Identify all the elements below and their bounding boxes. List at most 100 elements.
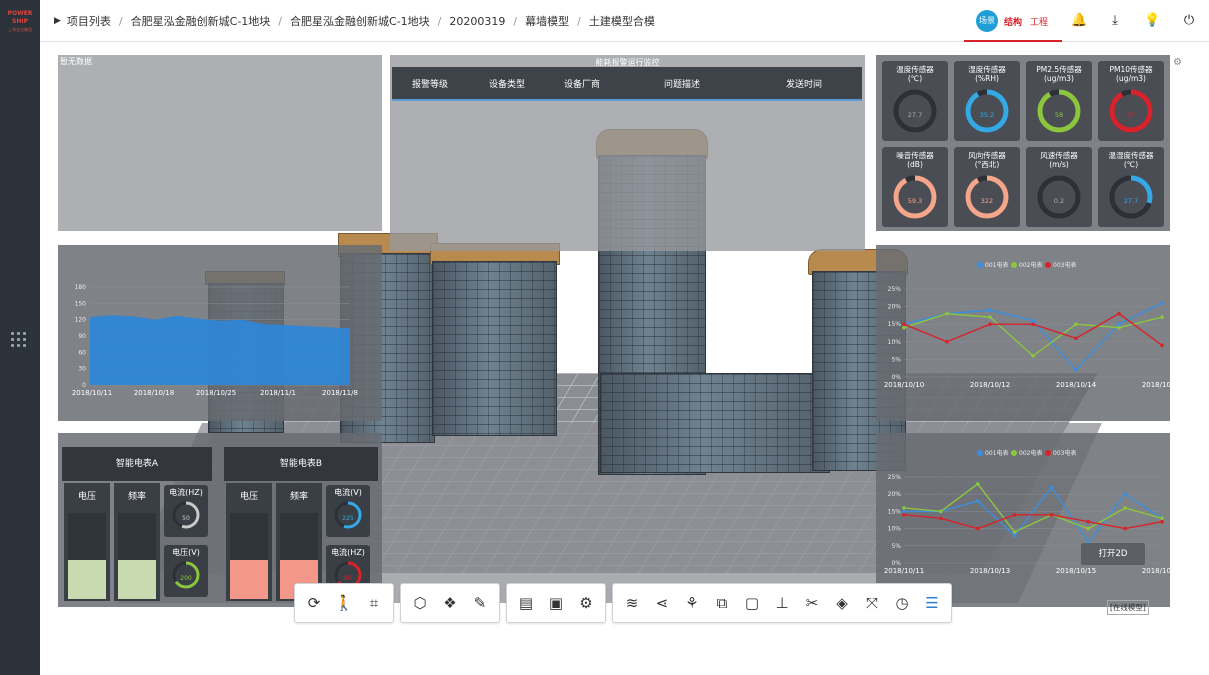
frame-icon[interactable]: ▢ (737, 588, 767, 618)
breadcrumb-item[interactable]: 幕墙模型 (525, 13, 569, 29)
series-point (1031, 318, 1035, 323)
share-icon[interactable]: ⋖ (647, 588, 677, 618)
series-point (1049, 485, 1054, 490)
gauge-label: 电压(V) (172, 548, 200, 557)
series-point (1160, 343, 1164, 348)
y-tick-label: 5% (891, 543, 901, 550)
series-point (945, 311, 949, 316)
legend-label: 002电表 (1019, 449, 1042, 457)
breadcrumb-item[interactable]: 20200319 (449, 15, 505, 28)
alarm-monitor-panel: 能耗报警运行监控 报警等级 设备类型 设备厂商 问题描述 发送时间 (390, 55, 865, 251)
sliders-icon[interactable]: ☰ (917, 588, 947, 618)
series-line (903, 312, 1163, 346)
series-point (1117, 325, 1121, 330)
meter-line-chart-1-panel: 001电表 002电表 003电表 25% 20% 15% 10% 5% 0% 2018/10/1… (876, 245, 1183, 421)
y-tick-label: 0% (891, 560, 901, 567)
online-model-status: [在线模型] (1107, 600, 1149, 615)
gauge-value: 80 (344, 575, 352, 582)
settings-gear-icon[interactable]: ⚙ (1173, 57, 1182, 68)
stamp-icon[interactable]: ⚘ (677, 588, 707, 618)
x-tick-label: 2018/10/17 (1142, 567, 1170, 575)
logo: POWER SHIP 上海宝冶集团 (2, 10, 38, 34)
paint-icon[interactable]: ◈ (827, 588, 857, 618)
series-point (1012, 530, 1017, 534)
series-point (902, 325, 906, 330)
legend-label: 001电表 (985, 261, 1008, 269)
timer-icon[interactable]: ◷ (887, 588, 917, 618)
open-2d-button[interactable]: 打开2D (1081, 543, 1145, 565)
bell-icon[interactable]: 🔔 (1071, 13, 1087, 29)
sensor-label: 风向传感器 (°西北) (968, 151, 1006, 169)
power-icon[interactable]: ⏻ (1181, 13, 1197, 29)
series-point (902, 322, 906, 326)
x-tick-label: 2018/10/16 (1142, 381, 1170, 389)
area-series (90, 315, 350, 385)
sensor-gauge: 温度传感器 (℃) 27.7 (882, 61, 948, 141)
bottom-toolbar: ⟳ 🚶 ⌗ ⬡ ❖ ✎ ▤ ▣ ⚙ ≋ ⋖ ⚘ ⧉ ▢ ⊥ ✂ ◈ ⤧ ◷ ☰ (294, 583, 952, 625)
meter-bar-fill (230, 560, 268, 599)
series-point (902, 509, 906, 514)
rotate-icon[interactable]: ⟳ (299, 588, 329, 618)
building-model (432, 261, 557, 436)
y-tick-label: 20% (888, 304, 902, 311)
copy-icon[interactable]: ⧉ (707, 588, 737, 618)
meter-label: 电压 (77, 492, 96, 502)
series-line (903, 514, 1163, 530)
meter-bar-fill (118, 560, 156, 599)
cube-icon[interactable]: ⬡ (405, 588, 435, 618)
series-point (988, 322, 992, 326)
expand-icon[interactable]: ⤧ (857, 588, 887, 618)
meter-label: 频率 (289, 492, 308, 502)
energy-area-chart-panel: 180 150 120 90 60 30 0 2018/10/11 2018/10/18 2018… (58, 245, 382, 421)
y-tick-label: 120 (75, 317, 87, 324)
gear-icon[interactable]: ⚙ (571, 588, 601, 618)
breadcrumb-item[interactable]: 土建模型合模 (589, 13, 655, 29)
series-point (1074, 336, 1078, 341)
person-icon[interactable]: 🚶 (329, 588, 359, 618)
y-tick-label: 0 (82, 382, 86, 389)
sensor-gauge: 温湿度传感器 (℃) 27.7 (1098, 147, 1164, 227)
bulb-icon[interactable]: 💡 (1144, 13, 1160, 29)
mode-engineering-button[interactable]: 工程 (1030, 15, 1048, 28)
menu-grid-icon[interactable] (11, 332, 27, 348)
mode-scene-button[interactable]: 场景 (976, 10, 998, 32)
pen-icon[interactable]: ✎ (465, 588, 495, 618)
series-point (1117, 322, 1121, 326)
doc-icon[interactable]: ▤ (511, 588, 541, 618)
series-point (1160, 519, 1164, 524)
breadcrumb-item[interactable]: 合肥星泓金融创新城C-1地块 (290, 13, 430, 29)
cubes-icon[interactable]: ❖ (435, 588, 465, 618)
y-tick-label: 20% (888, 491, 902, 498)
sensor-value: 59.3 (907, 197, 923, 205)
gauge-value: 200 (180, 575, 192, 582)
sensor-label: 噪音传感器 (dB) (896, 151, 934, 169)
line-chart-1: 001电表 002电表 003电表25%20%15%10%5%0%2018/10/1… (884, 261, 1183, 389)
x-tick-label: 2018/10/14 (1056, 381, 1097, 389)
cut-icon[interactable]: ✂ (797, 588, 827, 618)
gauge-label: 电流(V) (334, 488, 362, 497)
breadcrumb-item[interactable]: 项目列表 (67, 13, 111, 29)
series-point (902, 506, 906, 510)
layers-icon[interactable]: ≋ (617, 588, 647, 618)
meter-a-gauge-1: 电流(HZ) 50 (164, 485, 208, 537)
legend-marker (1011, 450, 1017, 456)
meter-a-frequency: 频率 (114, 483, 160, 601)
series-point (1012, 513, 1017, 517)
series-point (975, 499, 980, 503)
tree-icon[interactable]: ⊥ (767, 588, 797, 618)
y-tick-label: 150 (75, 300, 87, 307)
meter-line-chart-2-panel: 001电表 002电表 003电表 25% 20% 15% 10% 5% 0% 2018/10/1… (876, 433, 1182, 607)
logo-subtext: 上海宝冶集团 (8, 27, 32, 32)
breadcrumb-item[interactable]: 合肥星泓金融创新城C-1地块 (131, 13, 271, 29)
series-point (1074, 322, 1078, 326)
sensor-gauge: 噪音传感器 (dB) 59.3 (882, 147, 948, 227)
sensor-value: 27.7 (907, 111, 923, 119)
bim-3d-viewport[interactable]: 暂无数据 能耗报警运行监控 报警等级 设备类型 设备厂商 问题描述 发送时间 温… (40, 43, 1209, 675)
measure-icon[interactable]: ⌗ (359, 588, 389, 618)
sensor-gauge: PM10传感器 (ug/m3) 67 (1098, 61, 1164, 141)
mode-structure-button[interactable]: 结构 (1004, 15, 1022, 28)
download-icon[interactable]: ⤓ (1107, 13, 1123, 29)
y-tick-label: 180 (75, 284, 87, 291)
x-tick-label: 2018/11/8 (322, 389, 358, 397)
device-icon[interactable]: ▣ (541, 588, 571, 618)
